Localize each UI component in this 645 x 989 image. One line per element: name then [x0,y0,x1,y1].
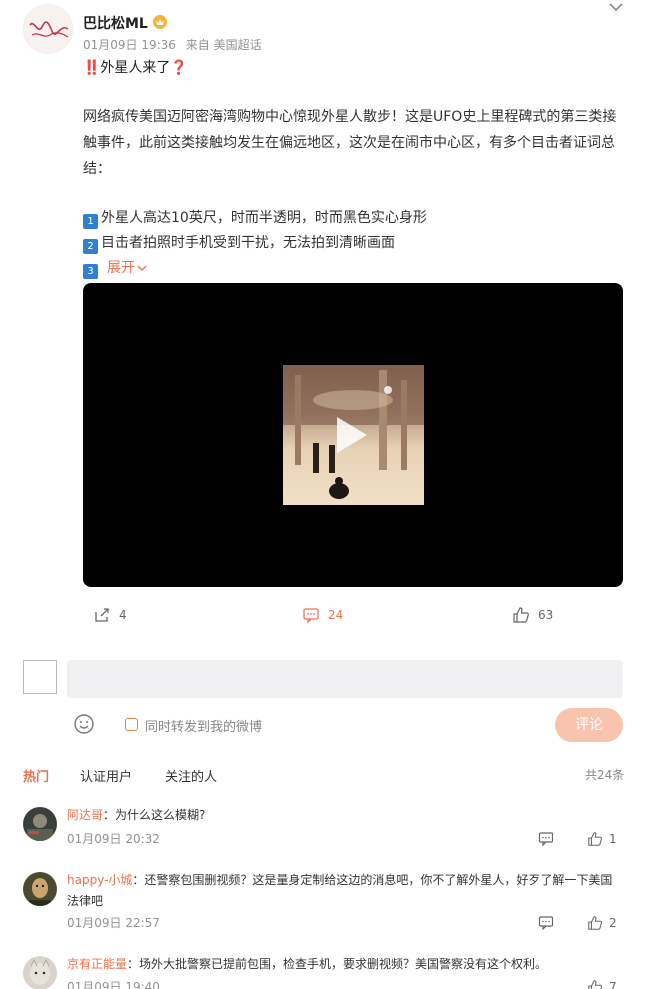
commenter-name[interactable]: 阿达哥 [67,808,103,822]
point-text: 外星人高达10英尺，时而半透明，时而黑色实心身形 [101,210,427,226]
thumbs-up-icon [588,832,603,846]
thumbs-up-icon [513,607,529,623]
tab-hot[interactable]: 热门 [23,766,49,785]
commenter-avatar[interactable] [23,872,57,906]
comment-time: 01月09日 22:57 [67,916,160,930]
post-date[interactable]: 01月09日 19:36 [83,38,176,52]
like-button[interactable]: 63 [512,606,553,624]
chevron-down-icon[interactable] [606,0,626,14]
video-player[interactable] [83,283,623,587]
emoji-icon[interactable] [73,713,95,735]
tab-verified[interactable]: 认证用户 [80,766,132,785]
comment-body: ：还警察包围删视频？这是量身定制给这边的消息吧，你不了解外星人，好歹了解一下美国… [67,873,613,908]
post-meta: 01月09日 19:36 来自 美国超话 [83,36,268,53]
play-icon[interactable] [337,417,367,453]
submit-comment-button[interactable]: 评论 [555,708,623,742]
author-avatar[interactable] [23,4,73,54]
point-item: 2 目击者拍照时手机受到干扰，无法拍到清晰画面 [83,232,395,254]
comment-like-count: 7 [609,980,617,989]
commenter-name[interactable]: happy-小城 [67,873,132,887]
tab-following[interactable]: 关注的人 [165,766,217,785]
point-item: 3 展开 [83,257,147,279]
comment-like-count: 2 [609,916,617,930]
commenter-name[interactable]: 京有正能量 [67,957,127,971]
comment-count: 24 [328,608,344,622]
comment-time: 01月09日 20:32 [67,832,160,846]
point-item: 1 外星人高达10英尺，时而半透明，时而黑色实心身形 [83,207,427,229]
reply-icon[interactable] [538,831,554,847]
repost-checkbox-label[interactable]: 同时转发到我的微博 [145,716,262,735]
repost-count: 4 [119,608,127,622]
comment-total: 共24条 [585,768,625,782]
comment-text: 阿达哥：为什么这么模糊? [67,805,623,826]
comment-like-button[interactable]: 1 [587,831,617,847]
comment-body: ：为什么这么模糊? [103,808,206,822]
post-body: 网络疯传美国迈阿密海湾购物中心惊现外星人散步！这是UFO史上里程碑式的第三类接触… [83,109,617,177]
thumbs-up-icon [588,916,603,930]
point-text: 目击者拍照时手机受到干扰，无法拍到清晰画面 [101,235,395,251]
repost-checkbox[interactable] [125,718,138,731]
thumbs-up-icon [588,980,603,989]
post-title: ‼️外星人来了❓ [83,60,188,76]
comment-icon [303,608,319,624]
reply-icon[interactable] [538,915,554,931]
expand-link[interactable]: 展开 [107,260,135,276]
comment-body: ：场外大批警察已提前包围，检查手机，要求删视频？美国警察没有这个权利。 [127,957,548,971]
number-3-icon: 3 [83,264,98,279]
post-source[interactable]: 来自 美国超话 [186,38,262,52]
like-count: 63 [538,608,554,622]
number-2-icon: 2 [83,239,98,254]
comment-time: 01月09日 19:40 [67,980,160,989]
comment-button[interactable]: 24 [302,606,343,624]
repost-button[interactable]: 4 [93,606,127,624]
my-avatar [23,660,57,694]
comment-like-count: 1 [609,832,617,846]
chevron-down-icon[interactable] [137,264,147,272]
share-icon [95,608,109,622]
comment-input[interactable] [67,660,623,698]
commenter-avatar[interactable] [23,807,57,841]
commenter-avatar[interactable] [23,956,57,989]
comment-text: 京有正能量：场外大批警察已提前包围，检查手机，要求删视频？美国警察没有这个权利。 [67,954,623,975]
number-1-icon: 1 [83,214,98,229]
comment-like-button[interactable]: 7 [587,979,617,989]
vip-badge-icon [152,14,168,30]
comment-text: happy-小城：还警察包围删视频？这是量身定制给这边的消息吧，你不了解外星人，… [67,870,623,912]
author-name[interactable]: 巴比松ML [83,13,148,33]
comment-like-button[interactable]: 2 [587,915,617,931]
